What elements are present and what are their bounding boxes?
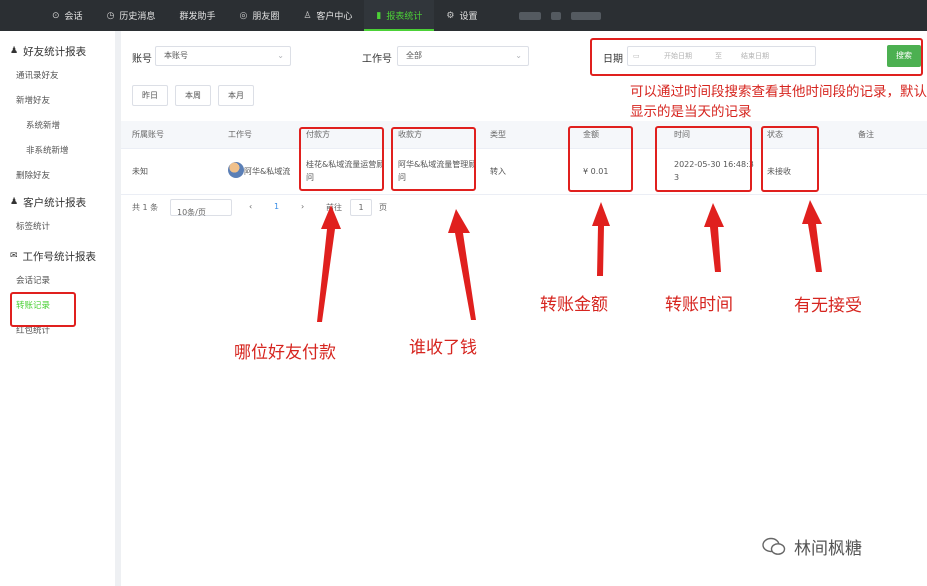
cell-account: 未知 [132, 167, 148, 176]
prev-page-button[interactable]: ‹ [249, 202, 252, 211]
user-icon: ♟ [10, 46, 19, 56]
this-week-button[interactable]: 本周 [175, 85, 211, 106]
chat-icon: ⊙ [52, 10, 60, 21]
avatar [228, 162, 244, 178]
col-work: 工作号 [228, 130, 252, 139]
chevron-down-icon: ⌄ [515, 51, 522, 60]
sidebar-group-title: 好友统计报表 [23, 45, 87, 58]
sidebar-item-sessions[interactable]: 会话记录 [0, 269, 115, 294]
sidebar-group-work[interactable]: ✉ 工作号统计报表 [0, 243, 115, 269]
sidebar-item-new-friends[interactable]: 新增好友 [0, 89, 115, 114]
nav-label: 群发助手 [179, 12, 216, 22]
work-select-value: 全部 [406, 51, 422, 60]
payee-highlight [391, 127, 476, 191]
amount-annotation: 转账金额 [540, 295, 608, 315]
transfer-menu-highlight [10, 292, 76, 327]
yesterday-button[interactable]: 昨日 [132, 85, 168, 106]
moments-icon: ◎ [239, 10, 248, 21]
payee-annotation: 谁收了钱 [409, 338, 477, 358]
sidebar-item-deleted-friends[interactable]: 删除好友 [0, 164, 115, 189]
nav-label: 历史消息 [119, 12, 156, 22]
cell-type: 转入 [490, 167, 506, 176]
nav-label: 会话 [64, 12, 83, 22]
sidebar-group-title: 客户统计报表 [23, 196, 87, 209]
nav-broadcast[interactable]: 群发助手 [167, 0, 227, 31]
next-page-button[interactable]: › [301, 202, 304, 211]
nav-moments[interactable]: ◎ 朋友圈 [227, 0, 291, 31]
watermark: 林间枫糖 [762, 534, 862, 559]
sidebar-item-tags[interactable]: 标签统计 [0, 215, 115, 240]
sidebar-item-contacts[interactable]: 通讯录好友 [0, 64, 115, 89]
sidebar-item-system-new[interactable]: 系统新增 [0, 114, 115, 139]
pagination: 共 1 条 10条/页 ‹ 1 › 前往 1 页 [121, 197, 927, 221]
settings-icon: ⚙ [446, 10, 455, 21]
sidebar-item-non-system-new[interactable]: 非系统新增 [0, 139, 115, 164]
sidebar-group-customers[interactable]: ♟ 客户统计报表 [0, 189, 115, 215]
bar-chart-icon: ▮ [376, 10, 382, 21]
work-select[interactable]: 全部 ⌄ [397, 46, 529, 66]
goto-page-input[interactable]: 1 [350, 199, 372, 216]
nav-chat[interactable]: ⊙ 会话 [40, 0, 95, 31]
status-annotation: 有无接受 [794, 296, 862, 316]
col-remark: 备注 [858, 130, 874, 139]
sidebar-group-friends[interactable]: ♟ 好友统计报表 [0, 38, 115, 64]
col-account: 所属账号 [132, 130, 164, 139]
date-search-highlight [590, 38, 923, 76]
nav-history[interactable]: ◷ 历史消息 [95, 0, 168, 31]
nav-label: 报表统计 [386, 12, 423, 22]
page-size-value: 10条/页 [177, 208, 206, 217]
total-count: 共 1 条 [132, 203, 159, 212]
work-label: 工作号 [362, 54, 392, 65]
payer-highlight [299, 127, 384, 191]
account-label: 账号 [132, 54, 152, 65]
nav-settings[interactable]: ⚙ 设置 [434, 0, 489, 31]
nav-label: 朋友圈 [252, 12, 280, 22]
status-highlight [761, 126, 819, 192]
nav-reports[interactable]: ▮ 报表统计 [364, 0, 435, 31]
goto-label: 前往 [326, 203, 342, 212]
wechat-icon: ✉ [10, 251, 18, 261]
user-icon: ♟ [10, 197, 19, 207]
account-select[interactable]: 本账号 ⌄ [155, 46, 291, 66]
time-annotation: 转账时间 [665, 295, 733, 315]
nav-label: 客户中心 [316, 12, 353, 22]
blurred-user-info [519, 11, 602, 20]
nav-customers[interactable]: ♙ 客户中心 [291, 0, 364, 31]
wechat-logo-icon [762, 537, 786, 557]
time-highlight [655, 126, 752, 192]
nav-label: 设置 [459, 12, 478, 22]
payer-annotation: 哪位好友付款 [234, 343, 336, 363]
col-type: 类型 [490, 130, 506, 139]
amount-highlight [568, 126, 633, 192]
cell-work: 阿华&私域流 [244, 167, 291, 176]
page-unit-label: 页 [379, 203, 387, 212]
page-size-select[interactable]: 10条/页 [170, 199, 232, 217]
user-icon: ♙ [303, 10, 312, 21]
watermark-text: 林间枫糖 [794, 539, 862, 559]
history-icon: ◷ [106, 10, 115, 21]
account-select-value: 本账号 [164, 51, 188, 60]
chevron-down-icon: ⌄ [277, 51, 284, 60]
sidebar-group-title: 工作号统计报表 [22, 250, 97, 263]
page-number[interactable]: 1 [274, 202, 279, 211]
date-search-note: 可以通过时间段搜索查看其他时间段的记录，默认显示的是当天的记录 [630, 84, 927, 120]
this-month-button[interactable]: 本月 [218, 85, 254, 106]
top-nav: ⊙ 会话 ◷ 历史消息 群发助手 ◎ 朋友圈 ♙ 客户中心 ▮ 报表统计 ⚙ 设置 [0, 0, 927, 31]
